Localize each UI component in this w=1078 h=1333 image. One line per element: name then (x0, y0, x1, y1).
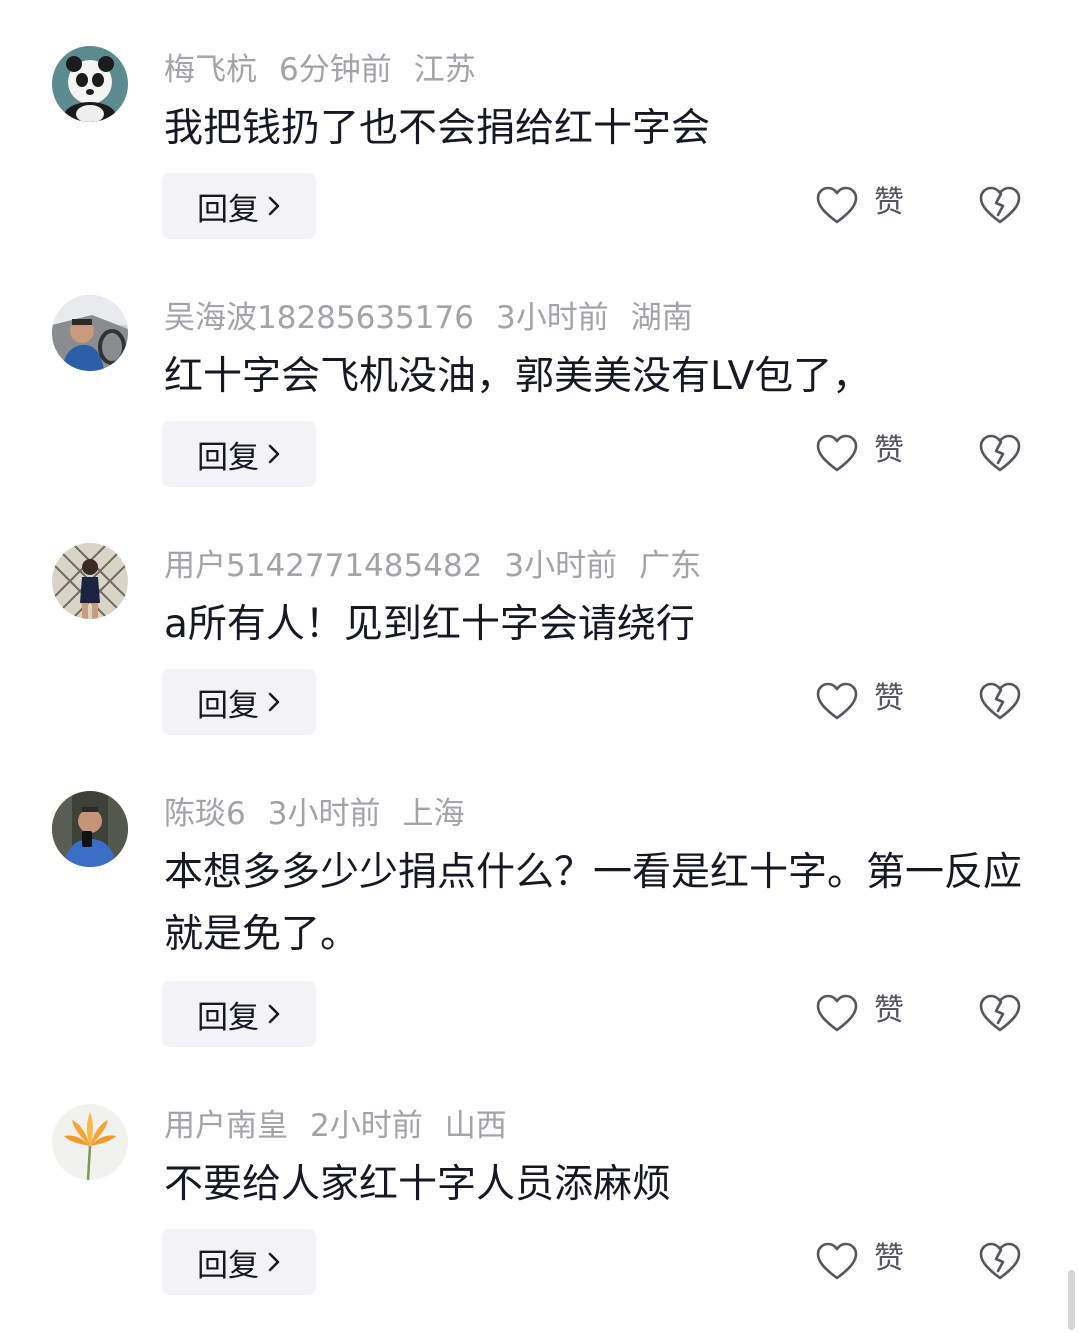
reply-label: 回复 (197, 687, 259, 724)
broken-heart-icon[interactable] (978, 433, 1022, 473)
reply-button[interactable]: 回复 (162, 1229, 316, 1295)
heart-outline-icon[interactable] (815, 681, 859, 721)
reply-label: 回复 (197, 999, 259, 1036)
location: 湖南 (630, 300, 693, 336)
comment-meta: 用户南皇 2小时前 山西 (164, 1106, 529, 1146)
avatar[interactable] (52, 543, 128, 619)
reply-label: 回复 (197, 1247, 259, 1284)
like-label[interactable]: 赞 (874, 679, 904, 719)
broken-heart-icon[interactable] (978, 1241, 1022, 1281)
comment-text: 我把钱扔了也不会捐给红十字会 (164, 106, 711, 151)
heart-outline-icon[interactable] (815, 185, 859, 225)
chevron-right-icon (268, 444, 280, 464)
avatar[interactable] (52, 1104, 128, 1180)
username[interactable]: 用户南皇 (164, 1108, 288, 1144)
like-label[interactable]: 赞 (874, 183, 904, 223)
comment-text: 不要给人家红十字人员添麻烦 (164, 1162, 672, 1207)
broken-heart-icon[interactable] (978, 681, 1022, 721)
location: 山西 (444, 1108, 507, 1144)
timestamp: 3小时前 (495, 300, 609, 336)
timestamp: 2小时前 (310, 1108, 423, 1144)
heart-outline-icon[interactable] (815, 993, 859, 1033)
comment-meta: 用户5142771485482 3小时前 广东 (164, 546, 723, 586)
like-label[interactable]: 赞 (874, 991, 904, 1031)
scrollbar[interactable] (1068, 1270, 1075, 1330)
reply-label: 回复 (197, 191, 259, 228)
chevron-right-icon (268, 1004, 280, 1024)
avatar[interactable] (52, 791, 128, 867)
comment-meta: 梅飞杭 6分钟前 江苏 (164, 50, 498, 90)
comment-text: 红十字会飞机没油，郭美美没有LV包了， (164, 354, 872, 399)
reply-label: 回复 (197, 439, 259, 476)
username[interactable]: 梅飞杭 (164, 52, 257, 88)
broken-heart-icon[interactable] (978, 185, 1022, 225)
avatar[interactable] (52, 46, 128, 122)
location: 上海 (402, 796, 465, 832)
chevron-right-icon (268, 196, 280, 216)
like-label[interactable]: 赞 (874, 431, 904, 471)
comment-text: 本想多多少少捐点什么？一看是红十字。第一反应就是免了。 (164, 850, 1023, 957)
reply-button[interactable]: 回复 (162, 981, 316, 1047)
timestamp: 3小时前 (267, 796, 381, 832)
username[interactable]: 吴海波18285635176 (164, 300, 474, 336)
location: 江苏 (413, 52, 476, 88)
heart-outline-icon[interactable] (815, 1241, 859, 1281)
heart-outline-icon[interactable] (815, 433, 859, 473)
chevron-right-icon (268, 1252, 280, 1272)
timestamp: 3小时前 (504, 548, 618, 584)
chevron-right-icon (268, 692, 280, 712)
comment-meta: 陈琰6 3小时前 上海 (164, 794, 486, 834)
username[interactable]: 陈琰6 (164, 796, 246, 832)
comment-meta: 吴海波18285635176 3小时前 湖南 (164, 298, 715, 338)
like-label[interactable]: 赞 (874, 1239, 904, 1279)
reply-button[interactable]: 回复 (162, 669, 316, 735)
reply-button[interactable]: 回复 (162, 173, 316, 239)
avatar[interactable] (52, 295, 128, 371)
timestamp: 6分钟前 (279, 52, 392, 88)
broken-heart-icon[interactable] (978, 993, 1022, 1033)
reply-button[interactable]: 回复 (162, 421, 316, 487)
comment-text: a所有人！见到红十字会请绕行 (164, 602, 695, 647)
location: 广东 (639, 548, 702, 584)
username[interactable]: 用户5142771485482 (164, 548, 482, 584)
